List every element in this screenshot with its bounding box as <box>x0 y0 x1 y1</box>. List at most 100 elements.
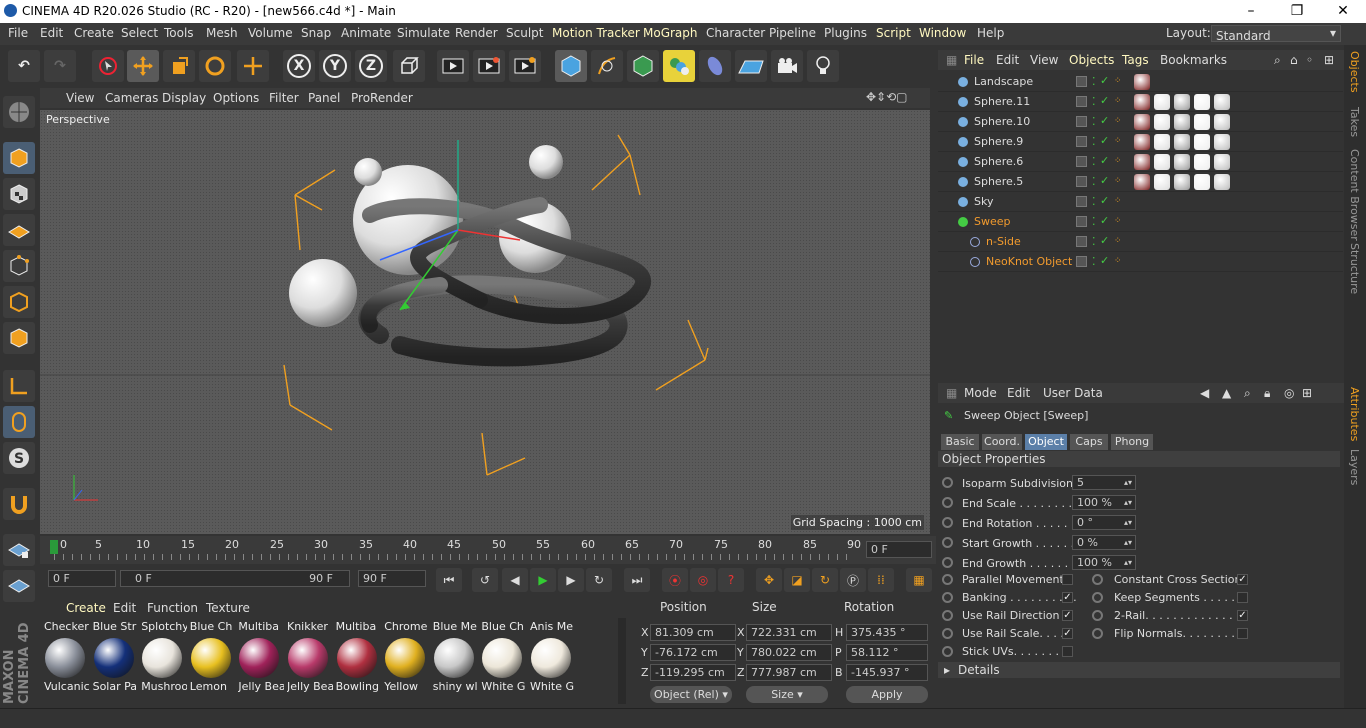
enabled-check-icon[interactable]: ✓ <box>1100 194 1109 207</box>
visibility-dots-icon[interactable]: ⁚ <box>1092 255 1096 268</box>
material-item[interactable]: Blue Ch Lemon <box>188 618 236 698</box>
viewport-nav-icons[interactable]: ✥⇕⟲▢ <box>866 90 908 104</box>
tab-object[interactable]: Object <box>1025 434 1067 450</box>
points-mode-icon[interactable] <box>3 250 35 282</box>
visibility-dots-icon[interactable]: ⁚ <box>1092 75 1096 88</box>
vp-menu-cameras[interactable]: Cameras <box>105 91 158 105</box>
material-tag-icon[interactable] <box>1214 114 1230 130</box>
render-settings-icon[interactable] <box>509 50 541 82</box>
key-position-icon[interactable]: ✥ <box>756 568 782 592</box>
layer-color-swatch[interactable] <box>1076 156 1087 167</box>
timeline-window-icon[interactable]: ▦ <box>906 568 932 592</box>
vp-menu-panel[interactable]: Panel <box>308 91 340 105</box>
tab-phong[interactable]: Phong <box>1111 434 1153 450</box>
rot-h-field[interactable]: 375.435 ° <box>846 624 928 641</box>
rot-p-field[interactable]: 58.112 ° <box>846 644 928 661</box>
material-item[interactable]: Chrome Yellow <box>382 618 430 698</box>
mat-menu-texture[interactable]: Texture <box>206 601 250 615</box>
material-tag-icon[interactable] <box>1194 114 1210 130</box>
material-tag-icon[interactable] <box>1134 174 1150 190</box>
material-scrollbar[interactable] <box>618 618 626 704</box>
material-item[interactable]: Splotchy Mushroo <box>139 618 187 698</box>
material-tag-icon[interactable] <box>1174 94 1190 110</box>
animate-param-dot[interactable] <box>942 628 953 639</box>
animate-param-dot[interactable] <box>1092 628 1103 639</box>
material-item[interactable]: Knikker Jelly Bea <box>285 618 333 698</box>
material-item[interactable]: Multiba Jelly Bea <box>236 618 284 698</box>
menu-render[interactable]: Render <box>455 26 498 40</box>
material-tag-icon[interactable] <box>1214 134 1230 150</box>
layer-color-swatch[interactable] <box>1076 196 1087 207</box>
menu-character[interactable]: Character <box>706 26 765 40</box>
edges-mode-icon[interactable] <box>3 286 35 318</box>
enabled-check-icon[interactable]: ✓ <box>1100 154 1109 167</box>
texture-mode-icon[interactable] <box>3 178 35 210</box>
new-panel-icon[interactable]: ⊞ <box>1324 53 1334 67</box>
obj-menu-tags[interactable]: Tags <box>1122 53 1149 67</box>
new-panel-icon[interactable]: ⊞ <box>1302 386 1312 400</box>
layer-color-swatch[interactable] <box>1076 136 1087 147</box>
param-checkbox[interactable] <box>1062 574 1073 585</box>
enabled-check-icon[interactable]: ✓ <box>1100 214 1109 227</box>
layer-color-swatch[interactable] <box>1076 176 1087 187</box>
menu-animate[interactable]: Animate <box>341 26 391 40</box>
side-tab-structure[interactable]: Structure <box>1348 243 1361 294</box>
object-row[interactable]: NeoKnot Object ⁚ ✓ ⁘ <box>938 252 1343 272</box>
visibility-dots-icon[interactable]: ⁚ <box>1092 175 1096 188</box>
axis-mode-icon[interactable] <box>3 370 35 402</box>
menu-edit[interactable]: Edit <box>40 26 63 40</box>
visibility-dots-icon[interactable]: ⁚ <box>1092 195 1096 208</box>
object-row[interactable]: Sphere.11 ⁚ ✓ ⁘ <box>938 92 1343 112</box>
pos-x-field[interactable]: 81.309 cm <box>650 624 736 641</box>
param-checkbox[interactable] <box>1062 646 1073 657</box>
light-icon[interactable] <box>807 50 839 82</box>
param-value-field[interactable]: 0 ° ▴▾ <box>1072 515 1136 530</box>
enabled-check-icon[interactable]: ✓ <box>1100 74 1109 87</box>
previous-keyframe-icon[interactable]: ↺ <box>472 568 498 592</box>
material-tag-icon[interactable] <box>1134 154 1150 170</box>
rot-b-field[interactable]: -145.937 ° <box>846 664 928 681</box>
material-tag-icon[interactable] <box>1154 114 1170 130</box>
lock-icon[interactable]: 🔒︎ <box>1264 386 1270 401</box>
param-value-field[interactable]: 100 % ▴▾ <box>1072 495 1136 510</box>
enabled-check-icon[interactable]: ✓ <box>1100 94 1109 107</box>
material-item[interactable]: Anis Me White G <box>528 618 576 698</box>
back-arrow-icon[interactable]: ◀ <box>1200 386 1209 400</box>
mat-menu-function[interactable]: Function <box>147 601 198 615</box>
obj-menu-view[interactable]: View <box>1030 53 1058 67</box>
go-to-end-icon[interactable]: ⏭ <box>624 568 650 592</box>
material-tag-icon[interactable] <box>1214 154 1230 170</box>
object-row[interactable]: Sweep ⁚ ✓ ⁘ <box>938 212 1343 232</box>
render-view-icon[interactable] <box>437 50 469 82</box>
move-tool-icon[interactable] <box>127 50 159 82</box>
menu-script[interactable]: Script <box>876 26 911 40</box>
phong-tag-icon[interactable]: ⁘ <box>1114 176 1122 186</box>
animate-param-dot[interactable] <box>942 537 953 548</box>
material-tag-icon[interactable] <box>1134 94 1150 110</box>
material-item[interactable]: Multiba Bowling <box>334 618 382 698</box>
visibility-dots-icon[interactable]: ⁚ <box>1092 235 1096 248</box>
animate-param-dot[interactable] <box>942 574 953 585</box>
menu-file[interactable]: File <box>8 26 28 40</box>
key-rotation-icon[interactable]: ↻ <box>812 568 838 592</box>
menu-mesh[interactable]: Mesh <box>206 26 238 40</box>
param-checkbox[interactable]: ✓ <box>1062 628 1073 639</box>
material-tag-icon[interactable] <box>1134 74 1150 90</box>
material-item[interactable]: Checker Vulcanic <box>42 618 90 698</box>
array-icon[interactable] <box>663 50 695 82</box>
menu-simulate[interactable]: Simulate <box>397 26 450 40</box>
animate-param-dot[interactable] <box>942 592 953 603</box>
next-keyframe-icon[interactable]: ↻ <box>586 568 612 592</box>
param-value-field[interactable]: 5 ▴▾ <box>1072 475 1136 490</box>
target-icon[interactable]: ◎ <box>1284 386 1294 400</box>
next-frame-icon[interactable]: ▶ <box>558 568 584 592</box>
redo-icon[interactable]: ↷ <box>44 50 76 82</box>
search-icon[interactable]: ⌕ <box>1244 386 1251 401</box>
size-y-field[interactable]: 780.022 cm <box>746 644 832 661</box>
visibility-dots-icon[interactable]: ⁚ <box>1092 155 1096 168</box>
material-tag-icon[interactable] <box>1154 154 1170 170</box>
search-icon[interactable]: ⌕ <box>1274 53 1281 68</box>
pos-z-field[interactable]: -119.295 cm <box>650 664 736 681</box>
max-frame-field[interactable]: 90 F <box>358 570 426 587</box>
attr-menu-edit[interactable]: Edit <box>1007 386 1030 400</box>
